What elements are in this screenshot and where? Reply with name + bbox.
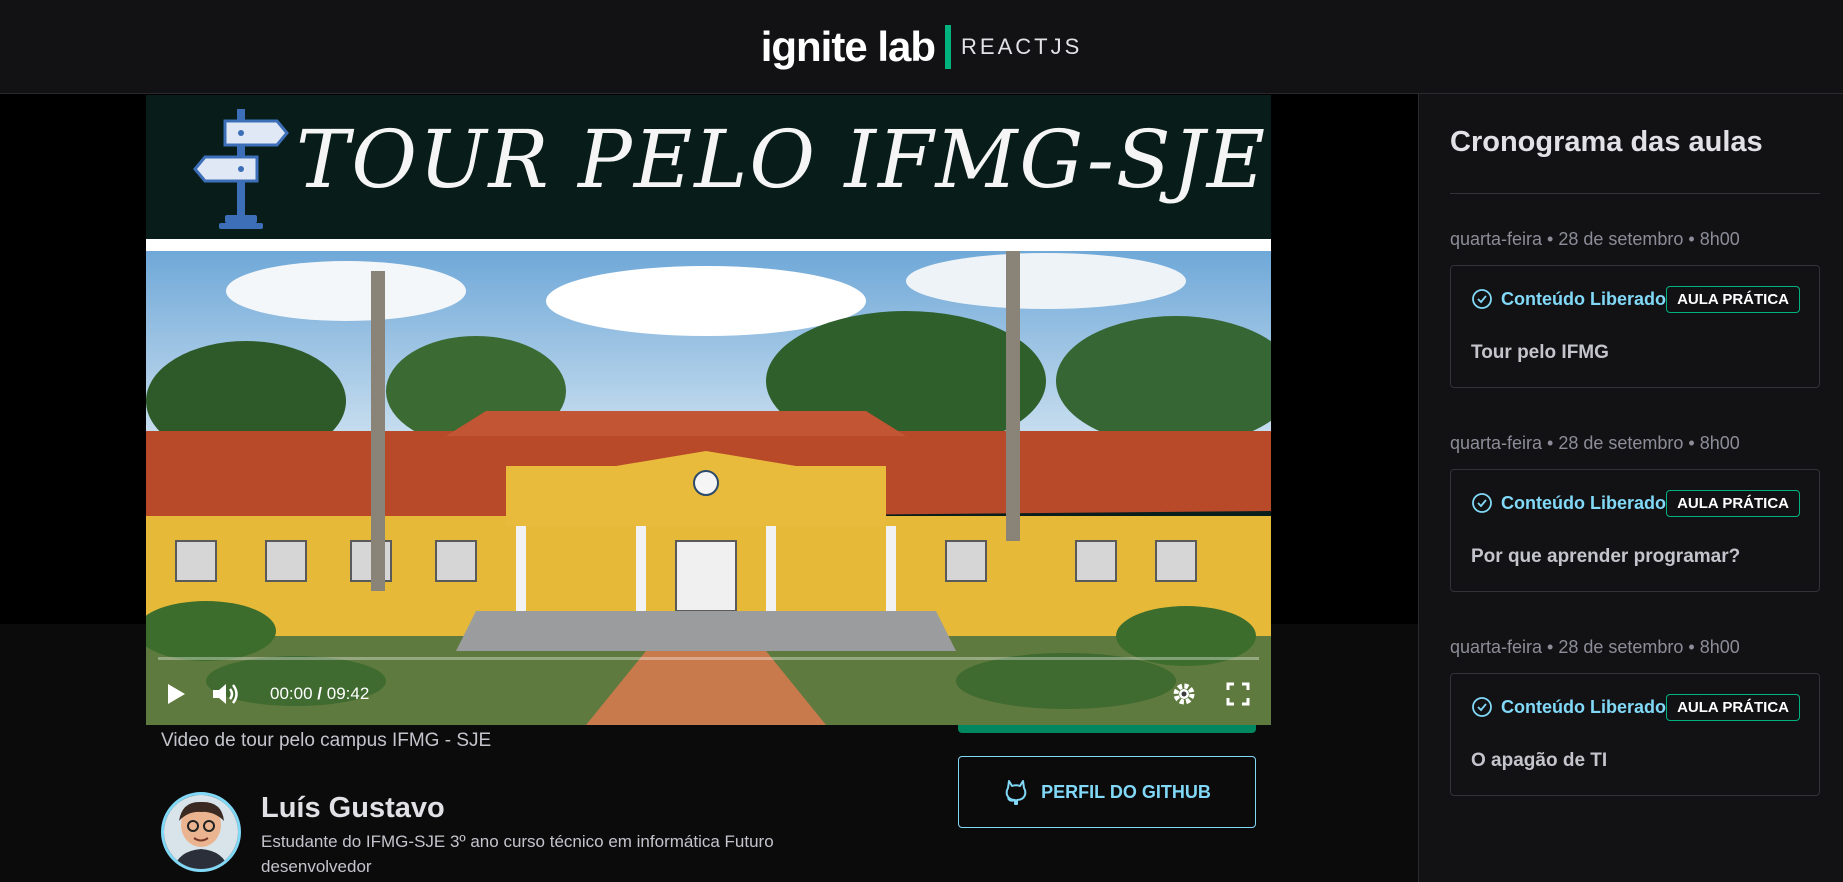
lesson-status: Conteúdo Liberado bbox=[1471, 288, 1666, 310]
check-circle-icon bbox=[1472, 493, 1492, 513]
author-name: Luís Gustavo bbox=[261, 792, 445, 824]
video-banner-title: TOUR PELO IFMG-SJE bbox=[296, 113, 1268, 206]
video-progress-bar[interactable] bbox=[158, 657, 1259, 660]
lesson-card-por-que-programar[interactable]: Conteúdo Liberado AULA PRÁTICA Por que a… bbox=[1450, 469, 1820, 592]
lesson-type-badge: AULA PRÁTICA bbox=[1666, 694, 1800, 721]
lesson-title: Tour pelo IFMG bbox=[1471, 342, 1609, 363]
check-circle-icon bbox=[1472, 289, 1492, 309]
lesson-date: quarta-feira • 28 de setembro • 8h00 bbox=[1450, 433, 1740, 453]
author-description: Estudante do IFMG-SJE 3º ano curso técni… bbox=[261, 832, 774, 876]
lesson-card-tour-ifmg[interactable]: Conteúdo Liberado AULA PRÁTICA Tour pelo… bbox=[1450, 265, 1820, 388]
lesson-status-label: Conteúdo Liberado bbox=[1501, 492, 1666, 513]
lesson-date: quarta-feira • 28 de setembro • 8h00 bbox=[1450, 637, 1740, 657]
logo-text: ignite lab bbox=[760, 22, 936, 70]
video-banner: TOUR PELO IFMG-SJE bbox=[146, 95, 1271, 239]
lesson-description: Video de tour pelo campus IFMG - SJE bbox=[161, 730, 492, 751]
logo[interactable]: ignite lab REACTJS bbox=[761, 23, 1083, 71]
lesson-title: Por que aprender programar? bbox=[1471, 546, 1741, 567]
sidebar-title: Cronograma das aulas bbox=[1450, 126, 1763, 158]
video-frame-image bbox=[146, 251, 1271, 725]
sidebar-divider bbox=[1450, 193, 1820, 194]
video-time: 00:00 / 09:42 bbox=[270, 684, 369, 704]
settings-icon[interactable] bbox=[1168, 678, 1200, 710]
logo-divider bbox=[945, 24, 952, 69]
github-button-label: PERFIL DO GITHUB bbox=[1041, 781, 1211, 802]
banner-separator bbox=[146, 239, 1271, 251]
top-header: ignite lab REACTJS bbox=[0, 0, 1843, 94]
video-controls: 00:00 / 09:42 bbox=[146, 670, 1271, 718]
lesson-date: quarta-feira • 28 de setembro • 8h00 bbox=[1450, 229, 1740, 249]
video-player[interactable]: TOUR PELO IFMG-SJE 00:00 / 09:42 bbox=[146, 95, 1271, 725]
github-icon bbox=[1005, 780, 1027, 805]
lesson-title: O apagão de TI bbox=[1471, 750, 1608, 771]
lesson-status-label: Conteúdo Liberado bbox=[1501, 696, 1666, 717]
author-card: Luís Gustavo Estudante do IFMG-SJE 3º an… bbox=[161, 792, 821, 879]
logo-subtitle: REACTJS bbox=[961, 33, 1083, 59]
time-current: 00:00 bbox=[270, 684, 313, 703]
discord-button-partial[interactable] bbox=[958, 725, 1256, 733]
lesson-type-badge: AULA PRÁTICA bbox=[1666, 490, 1800, 517]
signpost-icon bbox=[193, 109, 289, 229]
lesson-type-badge: AULA PRÁTICA bbox=[1666, 286, 1800, 313]
lesson-status: Conteúdo Liberado bbox=[1471, 696, 1666, 718]
avatar bbox=[161, 792, 241, 872]
time-total: 09:42 bbox=[326, 684, 370, 703]
play-icon[interactable] bbox=[160, 678, 192, 710]
github-profile-button[interactable]: PERFIL DO GITHUB bbox=[958, 756, 1256, 828]
lessons-sidebar: Cronograma das aulas quarta-feira • 28 d… bbox=[1418, 94, 1843, 882]
check-circle-icon bbox=[1472, 697, 1492, 717]
lesson-status-label: Conteúdo Liberado bbox=[1501, 288, 1666, 309]
fullscreen-icon[interactable] bbox=[1222, 678, 1254, 710]
main-content: TOUR PELO IFMG-SJE 00:00 / 09:42 Video d… bbox=[0, 94, 1418, 882]
lesson-status: Conteúdo Liberado bbox=[1471, 492, 1666, 514]
time-separator: / bbox=[317, 684, 323, 703]
lesson-card-apagao-ti[interactable]: Conteúdo Liberado AULA PRÁTICA O apagão … bbox=[1450, 673, 1820, 796]
volume-icon[interactable] bbox=[210, 678, 242, 710]
